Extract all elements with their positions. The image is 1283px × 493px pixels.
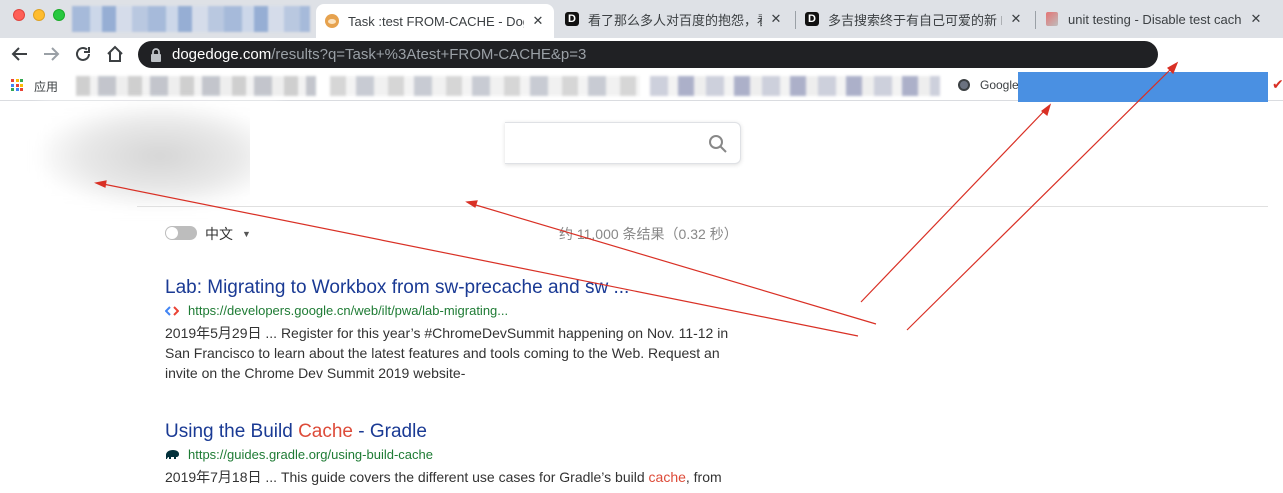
blurred-bookmarks — [76, 76, 316, 96]
tab-close-icon[interactable]: ✕ — [530, 13, 546, 29]
stack-icon — [1044, 11, 1060, 27]
url-host: dogedoge.com — [172, 46, 272, 63]
blurred-bookmarks — [330, 76, 640, 96]
snippet-highlight: cache — [648, 469, 686, 485]
check-icon: ✔ — [1272, 76, 1283, 92]
caret-down-icon[interactable]: ▼ — [242, 229, 251, 239]
tab-close-icon[interactable]: ✕ — [768, 11, 784, 27]
lock-icon — [148, 47, 164, 62]
tab-strip: Task :test FROM-CACHE - Dog ✕ D 看了那么多人对百… — [0, 0, 1283, 38]
title-text: - Gradle — [353, 421, 427, 442]
blank-area — [1015, 104, 1283, 206]
search-icon[interactable] — [708, 134, 728, 159]
fullscreen-window-button[interactable] — [53, 9, 65, 21]
reload-button[interactable] — [71, 42, 95, 66]
result-url-text: https://developers.google.cn/web/ilt/pwa… — [188, 303, 509, 318]
elephant-icon — [165, 449, 181, 461]
apps-icon[interactable] — [11, 79, 23, 91]
home-button[interactable] — [103, 42, 127, 66]
result-url[interactable]: https://developers.google.cn/web/ilt/pwa… — [165, 302, 745, 319]
reload-icon — [76, 46, 90, 61]
close-window-button[interactable] — [13, 9, 25, 21]
address-bar[interactable]: dogedoge.com/results?q=Task+%3Atest+FROM… — [138, 41, 1158, 68]
bookmark-google[interactable]: Google — [958, 78, 1019, 92]
tab-title: Task :test FROM-CACHE - Dog — [348, 13, 524, 29]
search-input[interactable] — [505, 122, 741, 164]
url-path: /results?q=Task+%3Atest+FROM-CACHE&p=3 — [271, 46, 587, 63]
result-title-link[interactable]: Using the Build Cache - Gradle — [165, 420, 745, 444]
snippet-text: , from — [685, 469, 722, 485]
blurred-logo — [40, 104, 280, 208]
tab-active[interactable]: Task :test FROM-CACHE - Dog ✕ — [316, 4, 554, 38]
blank-area — [250, 104, 505, 208]
title-text: Using the Build — [165, 421, 299, 442]
tab-title: 多吉搜索终于有自己可爱的新 LO — [828, 12, 1002, 28]
language-toggle[interactable] — [165, 226, 197, 240]
blurred-tabs — [72, 6, 310, 32]
redaction-bar — [1018, 72, 1268, 102]
search-result: Using the Build Cache - Gradle https://g… — [165, 420, 745, 487]
tab-close-icon[interactable]: ✕ — [1248, 11, 1264, 27]
result-snippet: 2019年5月29日 ... Register for this year’s … — [165, 325, 729, 381]
home-icon — [107, 45, 123, 62]
result-title-link[interactable]: Lab: Migrating to Workbox from sw-precac… — [165, 276, 745, 300]
bookmark-google-label: Google — [980, 78, 1019, 92]
apps-label[interactable]: 应用 — [34, 78, 58, 95]
language-label[interactable]: 中文 — [205, 224, 233, 244]
search-result: Lab: Migrating to Workbox from sw-precac… — [165, 276, 745, 383]
result-snippet: 2019年7月18日 ... This guide covers the dif… — [165, 467, 735, 487]
tab-close-icon[interactable]: ✕ — [1008, 11, 1024, 27]
tab-title: unit testing - Disable test cach — [1068, 11, 1242, 27]
doge-icon — [324, 13, 340, 29]
arrow-right-icon — [44, 47, 60, 61]
code-brackets-icon — [165, 305, 181, 316]
header-divider — [137, 206, 1268, 207]
tab-title: 看了那么多人对百度的抱怨，看 — [588, 12, 762, 28]
tab-3[interactable]: D 多吉搜索终于有自己可爱的新 LO ✕ — [796, 4, 1032, 34]
minimize-window-button[interactable] — [33, 9, 45, 21]
forward-button[interactable] — [39, 42, 63, 66]
back-button[interactable] — [8, 42, 32, 66]
url-text: dogedoge.com/results?q=Task+%3Atest+FROM… — [172, 46, 586, 63]
tab-4[interactable]: unit testing - Disable test cach ✕ — [1036, 4, 1272, 34]
arrow-left-icon — [11, 47, 27, 61]
result-url[interactable]: https://guides.gradle.org/using-build-ca… — [165, 446, 745, 463]
snippet-text: 2019年7月18日 ... This guide covers the dif… — [165, 469, 649, 485]
globe-icon — [958, 79, 970, 91]
result-url-text: https://guides.gradle.org/using-build-ca… — [188, 447, 433, 462]
dogedoge-d-icon: D — [564, 11, 580, 27]
title-highlight: Cache — [298, 421, 353, 442]
browser-toolbar: dogedoge.com/results?q=Task+%3Atest+FROM… — [0, 38, 1283, 70]
blurred-bookmarks — [650, 76, 940, 96]
tab-2[interactable]: D 看了那么多人对百度的抱怨，看 ✕ — [556, 4, 792, 34]
dogedoge-d-icon: D — [804, 11, 820, 27]
result-stats: 约 11,000 条结果（0.32 秒） — [559, 226, 738, 242]
